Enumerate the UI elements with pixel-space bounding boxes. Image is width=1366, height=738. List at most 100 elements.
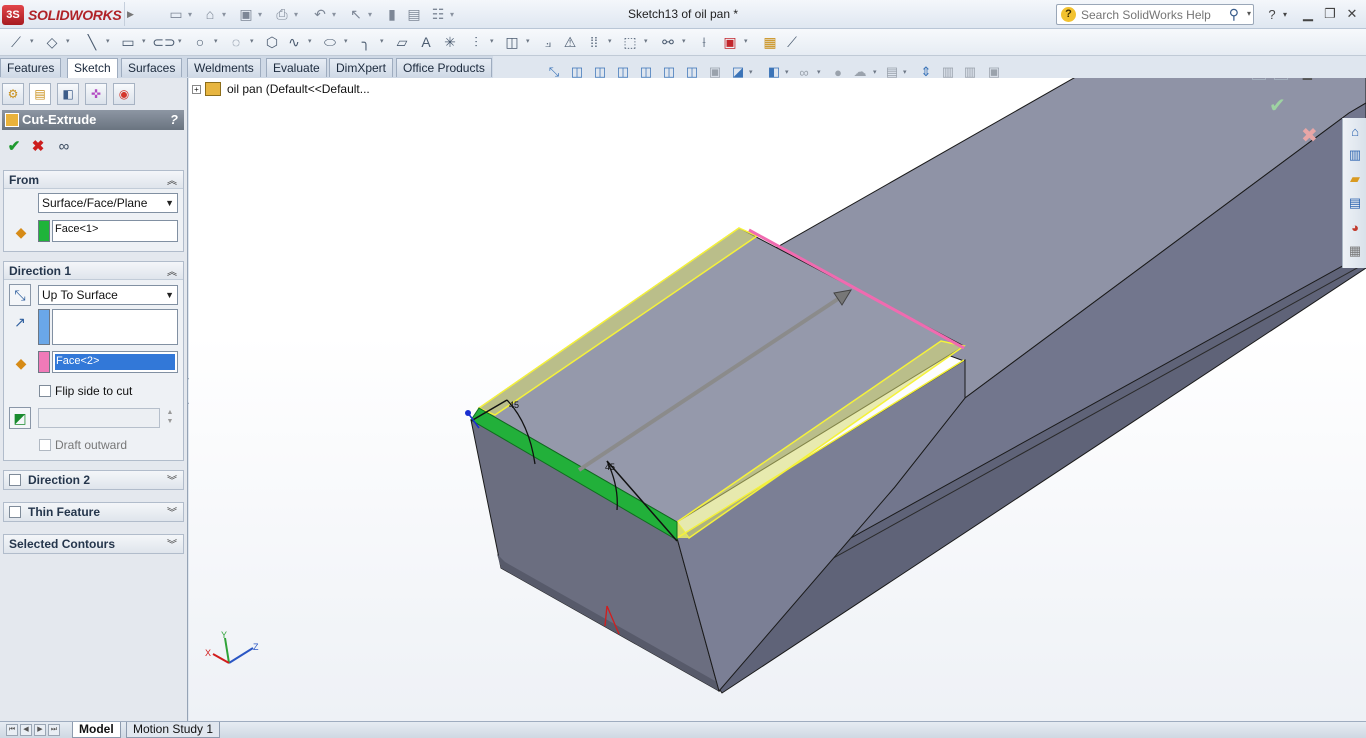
solidworks-resources-icon[interactable]: ⌂ [1346, 122, 1364, 140]
display-manager-tab-icon[interactable]: ◉ [113, 83, 135, 105]
viewport-restore-icon[interactable]: ◱ [1252, 78, 1266, 80]
open-document-icon[interactable]: ⌂ [200, 4, 220, 24]
mirror-entities-icon[interactable]: ⚠ [560, 32, 580, 52]
draft-angle-input[interactable] [38, 408, 160, 428]
help-dropdown-icon[interactable]: ▾ [1280, 5, 1290, 23]
save-dropdown-icon[interactable]: ▾ [258, 4, 266, 24]
expand-tree-icon[interactable]: + [192, 84, 201, 94]
draft-outward-checkbox[interactable] [39, 439, 51, 451]
view-orientation-icon[interactable]: ◫ [637, 63, 655, 81]
convert-entities-icon[interactable]: ◫ [502, 32, 522, 52]
reverse-direction-icon[interactable]: ⤡ [9, 284, 31, 306]
tab-dimxpert[interactable]: DimXpert [329, 58, 394, 77]
fillet-icon[interactable]: ╮ [356, 32, 376, 52]
first-tab-icon[interactable]: ⏮ [6, 724, 18, 736]
slot-icon[interactable]: ⊂⊃ [152, 32, 175, 52]
draft-toggle-icon[interactable]: ◩ [9, 407, 31, 429]
search-icon[interactable]: ⚲ [1229, 6, 1239, 23]
file-explorer-icon[interactable]: ▰ [1346, 170, 1364, 188]
photoview-icon[interactable]: ▤ [883, 63, 901, 81]
thin-feature-group[interactable]: Thin Feature ︾ [3, 502, 184, 522]
select-icon[interactable]: ↖ [346, 4, 366, 24]
design-library-icon[interactable]: ▥ [1346, 146, 1364, 164]
hide-show-icon[interactable]: ▣ [706, 63, 724, 81]
property-manager-tab-icon[interactable]: ▤ [29, 83, 51, 105]
last-tab-icon[interactable]: ⏭ [48, 724, 60, 736]
pan-icon[interactable]: ▥ [939, 63, 957, 81]
direction1-group-header[interactable]: Direction 1 ︽ [4, 262, 183, 280]
selected-contours-group[interactable]: Selected Contours ︾ [3, 534, 184, 554]
custom-properties-icon[interactable]: ▦ [1346, 242, 1364, 260]
point-icon[interactable]: ✳ [440, 32, 460, 52]
flip-side-checkbox[interactable] [39, 385, 51, 397]
ok-check-icon[interactable]: ✔ [4, 136, 24, 156]
cancel-x-icon[interactable]: ✖ [28, 136, 48, 156]
direction-selection-box[interactable] [52, 309, 178, 345]
spline-icon[interactable]: ∿ [284, 32, 304, 52]
dimxpert-manager-tab-icon[interactable]: ✜ [85, 83, 107, 105]
previous-view-icon[interactable]: ◫ [591, 63, 609, 81]
new-document-icon[interactable]: ▭ [166, 4, 186, 24]
save-icon[interactable]: ▣ [236, 4, 256, 24]
tab-weldments[interactable]: Weldments [187, 58, 261, 77]
tab-surfaces[interactable]: Surfaces [121, 58, 183, 77]
configuration-manager-tab-icon[interactable]: ◧ [57, 83, 79, 105]
collapse-chevron-icon[interactable]: ︽ [167, 172, 177, 187]
feature-manager-tab-icon[interactable]: ⚙ [2, 83, 24, 105]
feature-tree-flyout[interactable]: + oil pan (Default<<Default... [192, 82, 370, 96]
zoom-to-fit-icon[interactable]: ⤡ [545, 63, 563, 81]
plane-icon[interactable]: ▱ [392, 32, 412, 52]
selected-contours-group-header[interactable]: Selected Contours ︾ [4, 535, 183, 553]
zoom-to-area-icon[interactable]: ◫ [568, 63, 586, 81]
move-entities-icon[interactable]: ⬚ [620, 32, 640, 52]
arc-icon[interactable]: ◌ [226, 32, 246, 52]
feature-help-button[interactable]: ? [170, 112, 178, 127]
rebuild-icon[interactable]: ▮ [382, 4, 402, 24]
undo-dropdown-icon[interactable]: ▾ [332, 4, 340, 24]
expand-chevron-icon[interactable]: ︾ [167, 536, 177, 551]
direction2-group-header[interactable]: Direction 2 ︾ [4, 471, 183, 489]
offset-entities-icon[interactable]: ⟓ [538, 32, 558, 52]
ellipse-icon[interactable]: ⬭ [320, 32, 340, 52]
viewport-restore-button[interactable]: ❐ [1323, 78, 1334, 80]
tab-evaluate[interactable]: Evaluate [266, 58, 327, 77]
viewport-minimize-button[interactable]: ▁ [1303, 78, 1312, 80]
select-dropdown-icon[interactable]: ▾ [368, 4, 376, 24]
instant3d-icon[interactable]: ▦ [760, 32, 780, 52]
text-icon[interactable]: A [416, 32, 436, 52]
rapid-sketch-icon[interactable]: ⟋ [782, 32, 802, 52]
tab-model[interactable]: Model [72, 722, 121, 738]
tab-sketch[interactable]: Sketch [67, 58, 118, 78]
view-settings-icon[interactable]: ∞ [795, 63, 813, 81]
rotate-icon[interactable]: ▥ [961, 63, 979, 81]
minimize-window-button[interactable]: ▁ [1298, 5, 1318, 23]
tab-office-products[interactable]: Office Products [396, 58, 492, 77]
repair-sketch-icon[interactable]: ⟊ [694, 32, 714, 52]
viewport-close-button[interactable]: ✕ [1346, 78, 1356, 80]
solidworks-logo[interactable]: 3S SOLIDWORKS [2, 4, 132, 26]
dynamic-annotation-icon[interactable]: ◫ [660, 63, 678, 81]
thin-feature-group-header[interactable]: Thin Feature ︾ [4, 503, 183, 521]
search-dropdown-icon[interactable]: ▾ [1247, 9, 1251, 18]
undo-icon[interactable]: ↶ [310, 4, 330, 24]
restore-window-button[interactable]: ❐ [1320, 5, 1340, 23]
smart-dimension-icon[interactable]: ⟋ [6, 32, 26, 52]
graphics-area[interactable]: 45 45 ✔ ✖ Z Y X + oil pan (Default<<Defa… [189, 78, 1366, 721]
tab-motion-study-1[interactable]: Motion Study 1 [126, 722, 221, 738]
expand-chevron-icon[interactable]: ︾ [167, 504, 177, 519]
from-face-selection-box[interactable]: Face<1> [52, 220, 178, 242]
prev-tab-icon[interactable]: ◀ [20, 724, 32, 736]
apply-scene-icon[interactable]: ◧ [765, 63, 783, 81]
linear-pattern-icon[interactable]: ⁞⁞ [584, 32, 604, 52]
preview-glasses-icon[interactable]: ∞ [54, 136, 74, 156]
display-style-icon[interactable]: ◫ [683, 63, 701, 81]
viewport-split-icon[interactable]: ⊞ [1274, 78, 1288, 80]
up-to-face-selection-box[interactable]: Face<2> [52, 351, 178, 373]
print-dropdown-icon[interactable]: ▾ [294, 4, 302, 24]
exit-sketch-icon[interactable]: ▣ [720, 32, 740, 52]
expand-chevron-icon[interactable]: ︾ [167, 472, 177, 487]
thin-feature-checkbox[interactable] [9, 506, 21, 518]
collapse-chevron-icon[interactable]: ︽ [167, 263, 177, 278]
display-relations-icon[interactable]: ⚯ [658, 32, 678, 52]
section-view-icon[interactable]: ◫ [614, 63, 632, 81]
